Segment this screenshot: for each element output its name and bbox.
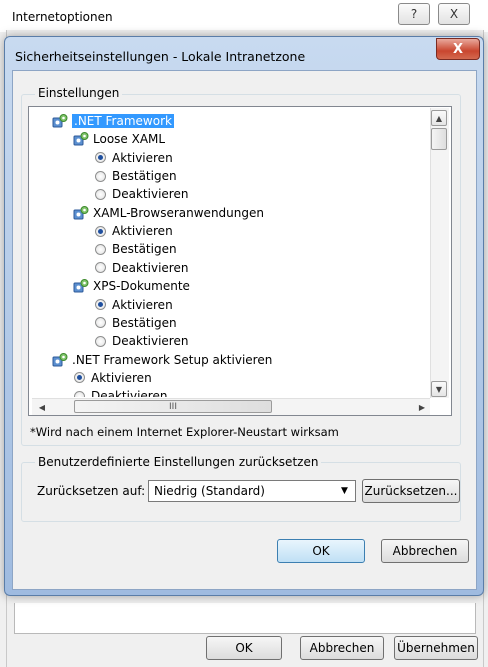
scroll-grip-icon: III <box>169 401 177 412</box>
tree-option-radio[interactable]: Aktivieren <box>95 149 173 167</box>
reset-button[interactable]: Zurücksetzen... <box>362 479 460 503</box>
tree-option-radio[interactable]: Aktivieren <box>95 222 173 240</box>
radio-unchecked-icon[interactable] <box>95 170 106 182</box>
radio-unchecked-icon[interactable] <box>95 188 106 200</box>
cancel-button[interactable]: Abbrechen <box>381 539 469 563</box>
settings-gear-icon <box>52 113 68 129</box>
tree-category[interactable]: .NET Framework Setup aktivieren <box>52 351 272 369</box>
scroll-left-arrow[interactable]: ◀ <box>34 399 50 415</box>
tree-option-label: Deaktivieren <box>91 389 168 397</box>
tree-option-radio[interactable]: Deaktivieren <box>95 332 188 350</box>
chevron-down-icon: ▼ <box>435 384 443 394</box>
tree-option-label: Deaktivieren <box>112 187 189 202</box>
settings-gear-icon <box>73 278 89 294</box>
scroll-down-arrow[interactable]: ▼ <box>431 381 447 397</box>
tree-option-radio[interactable]: Bestätigen <box>95 314 177 332</box>
parent-cancel-button[interactable]: Abbrechen <box>300 636 384 660</box>
tree-subcategory-label: XPS-Dokumente <box>93 279 190 294</box>
scroll-up-arrow[interactable]: ▲ <box>431 110 447 126</box>
radio-checked-icon[interactable] <box>95 299 106 310</box>
radio-unchecked-icon[interactable] <box>95 335 106 347</box>
tree-option-label: Aktivieren <box>91 370 152 385</box>
tree-option-label: Aktivieren <box>112 224 173 239</box>
radio-checked-icon[interactable] <box>95 152 106 164</box>
tree-category-label: .NET Framework <box>72 114 174 128</box>
chevron-down-icon[interactable]: ▼ <box>341 486 355 496</box>
reset-level-dropdown[interactable]: Niedrig (Standard) ▼ <box>148 480 356 502</box>
tree-option-radio[interactable]: Deaktivieren <box>74 387 167 397</box>
tree-option-label: Aktivieren <box>112 297 173 312</box>
settings-tree-rows: .NET Framework Loose XAML Aktivieren Bestät… <box>0 0 488 397</box>
radio-checked-icon[interactable] <box>95 225 106 237</box>
ok-button[interactable]: OK <box>277 539 365 563</box>
tree-subcategory[interactable]: XAML-Browseranwendungen <box>73 204 264 222</box>
tree-option-radio[interactable]: Deaktivieren <box>95 259 188 277</box>
radio-checked-icon[interactable] <box>74 372 85 384</box>
chevron-right-icon: ▶ <box>418 402 426 412</box>
tree-option-label: Deaktivieren <box>112 334 189 349</box>
tree-option-label: Bestätigen <box>112 315 177 330</box>
tree-option-radio[interactable]: Bestätigen <box>95 167 177 185</box>
vertical-scroll-thumb[interactable] <box>431 128 447 150</box>
reset-level-value: Niedrig (Standard) <box>154 484 265 498</box>
tree-option-label: Deaktivieren <box>112 260 189 275</box>
parent-ok-button[interactable]: OK <box>206 636 282 660</box>
chevron-up-icon: ▲ <box>435 113 443 123</box>
tree-option-label: Bestätigen <box>112 169 177 184</box>
reset-to-label: Zurücksetzen auf: <box>37 484 146 498</box>
settings-gear-icon <box>73 205 89 221</box>
radio-unchecked-icon[interactable] <box>95 262 106 274</box>
tree-option-radio[interactable]: Aktivieren <box>95 296 173 314</box>
settings-gear-icon <box>73 131 89 147</box>
reset-group-label: Benutzerdefinierte Einstellungen zurücks… <box>35 455 322 469</box>
tree-option-label: Bestätigen <box>112 242 177 257</box>
radio-unchecked-icon[interactable] <box>95 243 106 255</box>
tree-option-radio[interactable]: Aktivieren <box>74 369 152 387</box>
settings-gear-icon <box>52 352 68 368</box>
parent-content-panel <box>14 603 476 634</box>
tree-category-label: .NET Framework Setup aktivieren <box>72 352 273 367</box>
radio-unchecked-icon[interactable] <box>95 317 106 329</box>
tree-subcategory-label: XAML-Browseranwendungen <box>93 205 264 220</box>
tree-subcategory-label: Loose XAML <box>93 132 166 147</box>
chevron-left-icon: ◀ <box>38 402 46 412</box>
tree-subcategory[interactable]: XPS-Dokumente <box>73 277 190 295</box>
tree-option-label: Aktivieren <box>112 150 173 165</box>
horizontal-scroll-thumb[interactable]: III <box>74 400 272 413</box>
tree-option-radio[interactable]: Bestätigen <box>95 240 177 258</box>
restart-note: *Wird nach einem Internet Explorer-Neust… <box>30 425 339 439</box>
parent-apply-button[interactable]: Übernehmen <box>394 636 478 660</box>
scroll-right-arrow[interactable]: ▶ <box>414 399 430 415</box>
tree-option-radio[interactable]: Deaktivieren <box>95 185 188 203</box>
radio-unchecked-icon[interactable] <box>74 390 85 397</box>
tree-subcategory[interactable]: Loose XAML <box>73 130 165 148</box>
tree-category[interactable]: .NET Framework <box>52 112 174 130</box>
vertical-scrollbar[interactable] <box>430 108 449 398</box>
